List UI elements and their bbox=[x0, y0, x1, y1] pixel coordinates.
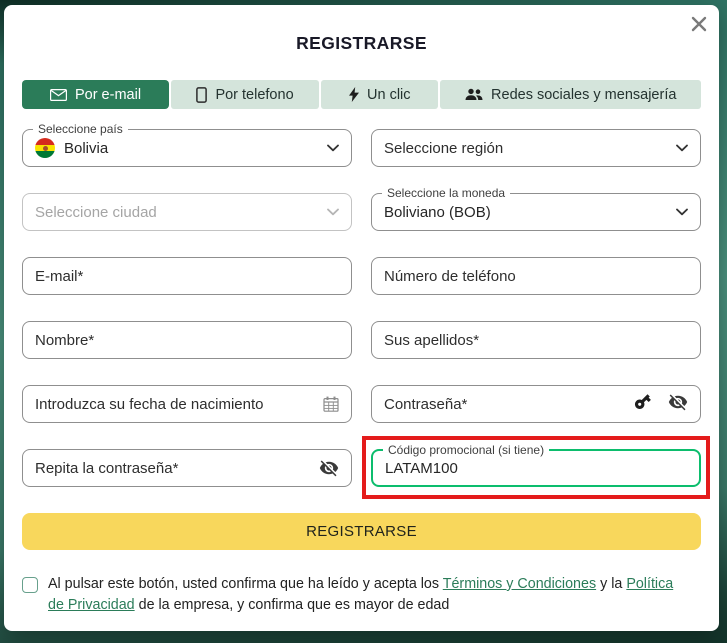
tab-label: Un clic bbox=[367, 86, 411, 103]
first-name-field-wrap bbox=[22, 321, 352, 359]
city-input bbox=[35, 194, 318, 230]
chevron-down-icon bbox=[327, 144, 339, 152]
last-name-field[interactable] bbox=[384, 322, 688, 358]
repeat-password-field[interactable] bbox=[35, 450, 310, 486]
key-icon[interactable] bbox=[633, 392, 652, 416]
register-button[interactable]: REGISTRARSE bbox=[22, 513, 701, 550]
last-name-field-wrap bbox=[371, 321, 701, 359]
phone-field[interactable] bbox=[384, 258, 688, 294]
terms-and-conditions-link[interactable]: Términos y Condiciones bbox=[443, 576, 596, 592]
region-select[interactable] bbox=[371, 129, 701, 167]
people-icon bbox=[465, 88, 483, 101]
terms-text-after: de la empresa, y confirma que es mayor d… bbox=[134, 597, 450, 614]
bolivia-flag-icon bbox=[35, 138, 55, 158]
password-field[interactable] bbox=[384, 386, 624, 422]
close-icon[interactable] bbox=[688, 13, 710, 35]
city-select[interactable] bbox=[22, 193, 352, 231]
tab-redes-sociales[interactable]: Redes sociales y mensajería bbox=[440, 80, 701, 109]
tab-label: Por telefono bbox=[215, 86, 294, 103]
smartphone-icon bbox=[196, 86, 208, 103]
bolt-icon bbox=[349, 87, 359, 102]
calendar-icon[interactable] bbox=[323, 396, 339, 412]
country-label: Seleccione país bbox=[33, 122, 128, 136]
password-field-wrap bbox=[371, 385, 701, 423]
eye-off-icon[interactable] bbox=[319, 458, 339, 478]
tab-por-email[interactable]: Por e-mail bbox=[22, 80, 170, 109]
promo-code-field-wrap: Código promocional (si tiene) bbox=[371, 443, 701, 487]
country-select[interactable]: Seleccione país bbox=[22, 122, 352, 167]
tab-un-clic[interactable]: Un clic bbox=[321, 80, 439, 109]
registration-form: Seleccione país Seleccione la moneda bbox=[22, 122, 710, 499]
terms-text-before: Al pulsar este botón, usted confirma que… bbox=[48, 576, 443, 592]
terms-row: Al pulsar este botón, usted confirma que… bbox=[22, 574, 701, 617]
phone-field-wrap bbox=[371, 257, 701, 295]
terms-checkbox[interactable] bbox=[22, 577, 38, 593]
chevron-down-icon bbox=[676, 208, 688, 216]
email-field-wrap bbox=[22, 257, 352, 295]
repeat-password-field-wrap bbox=[22, 449, 352, 487]
promo-code-wrap: Código promocional (si tiene) bbox=[362, 436, 710, 499]
terms-text-middle: y la bbox=[596, 576, 627, 592]
envelope-icon bbox=[49, 88, 67, 101]
birthdate-field[interactable] bbox=[35, 386, 314, 422]
first-name-field[interactable] bbox=[35, 322, 339, 358]
region-input[interactable] bbox=[384, 130, 667, 166]
registration-modal: REGISTRARSE Por e-mail Por telefono Un c… bbox=[4, 5, 719, 631]
terms-text: Al pulsar este botón, usted confirma que… bbox=[48, 574, 693, 617]
tab-por-telefono[interactable]: Por telefono bbox=[171, 80, 320, 109]
chevron-down-icon bbox=[676, 144, 688, 152]
chevron-down-icon bbox=[327, 208, 339, 216]
currency-select[interactable]: Seleccione la moneda bbox=[371, 186, 701, 231]
tab-label: Por e-mail bbox=[74, 86, 142, 103]
tab-label: Redes sociales y mensajería bbox=[491, 86, 677, 103]
page-title: REGISTRARSE bbox=[296, 33, 427, 53]
promo-label: Código promocional (si tiene) bbox=[383, 443, 550, 457]
email-field[interactable] bbox=[35, 258, 339, 294]
registration-method-tabs: Por e-mail Por telefono Un clic Redes so… bbox=[22, 80, 701, 109]
currency-label: Seleccione la moneda bbox=[382, 186, 511, 200]
birthdate-field-wrap bbox=[22, 385, 352, 423]
eye-off-icon[interactable] bbox=[668, 392, 688, 417]
